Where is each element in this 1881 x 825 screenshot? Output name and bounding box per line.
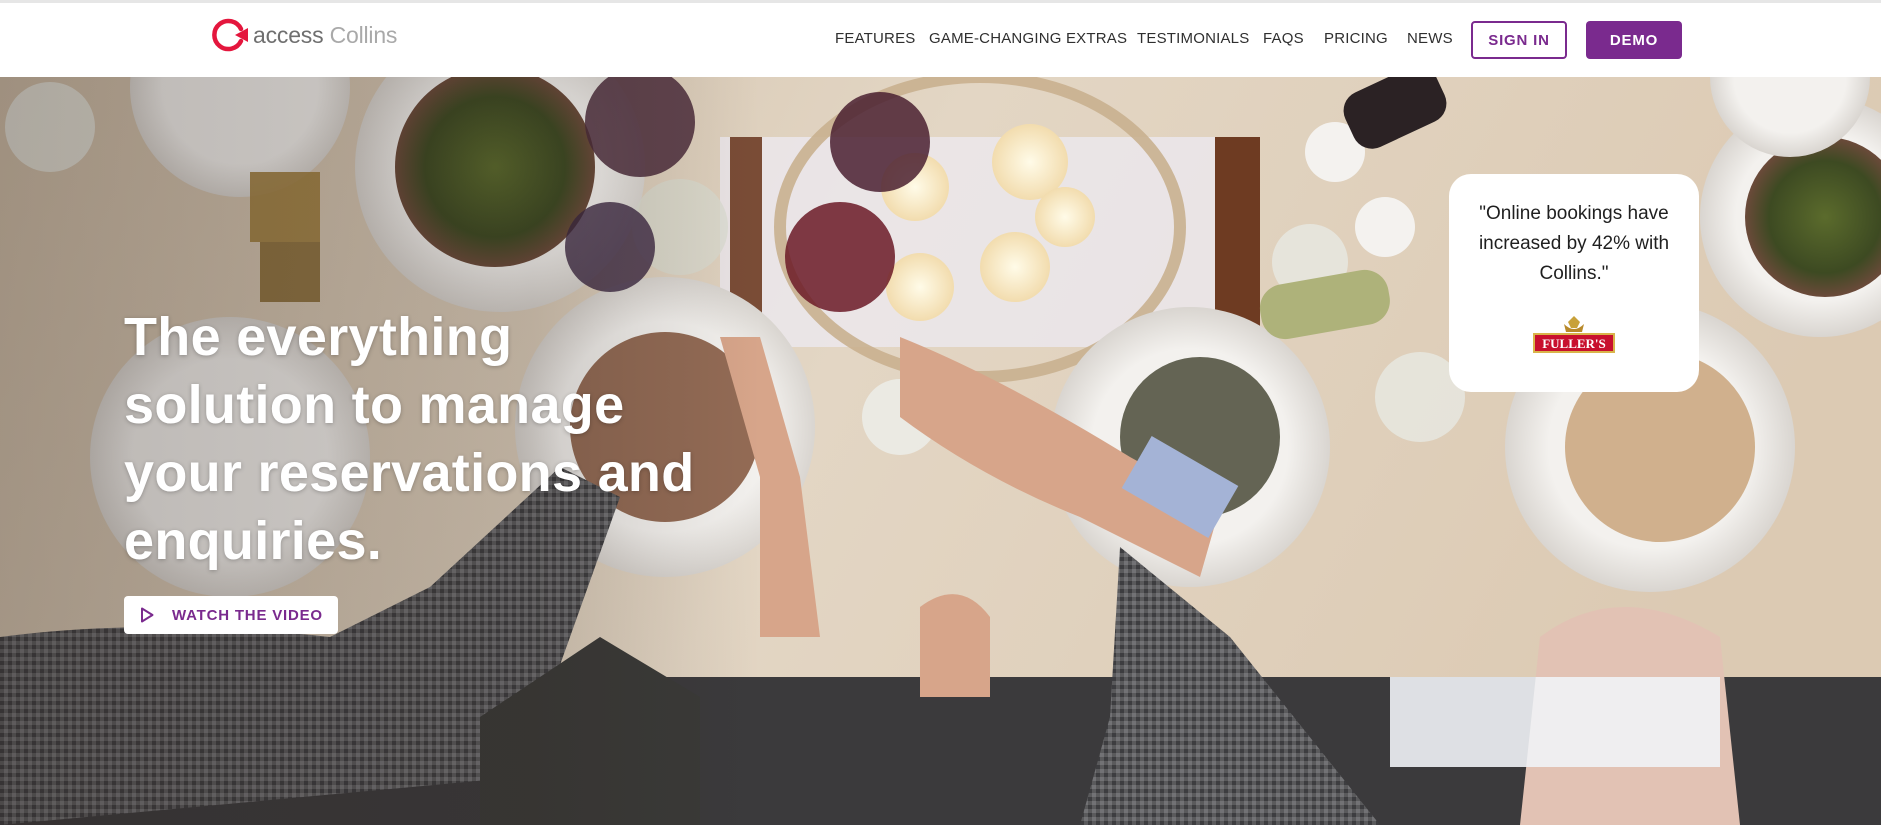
fullers-logo-text: FULLER'S xyxy=(1542,336,1606,351)
nav-faqs[interactable]: FAQS xyxy=(1263,30,1304,47)
fullers-griffin-logo: FULLER'S xyxy=(1533,316,1615,353)
demo-button[interactable]: DEMO xyxy=(1586,21,1682,59)
nav-features[interactable]: FEATURES xyxy=(835,30,916,47)
testimonial-quote: "Online bookings have increased by 42% w… xyxy=(1478,203,1670,284)
play-icon xyxy=(141,607,154,623)
hero-section: The everything solution to manage your r… xyxy=(0,77,1881,825)
nav-news[interactable]: NEWS xyxy=(1407,30,1453,47)
hero-headline: The everything solution to manage your r… xyxy=(124,307,695,571)
watch-video-button[interactable]: WATCH THE VIDEO xyxy=(124,596,338,634)
testimonial-card: "Online bookings have increased by 42% w… xyxy=(1449,174,1699,392)
nav-testimonials[interactable]: TESTIMONIALS xyxy=(1137,30,1249,47)
nav-pricing[interactable]: PRICING xyxy=(1324,30,1388,47)
logo-access-text: access xyxy=(253,21,324,48)
page: access Collins FEATURES GAME-CHANGING EX… xyxy=(0,0,1881,825)
site-logo[interactable]: access Collins xyxy=(210,17,397,53)
watch-video-label: WATCH THE VIDEO xyxy=(172,606,323,624)
site-header: access Collins FEATURES GAME-CHANGING EX… xyxy=(0,3,1881,77)
sign-in-button[interactable]: SIGN IN xyxy=(1471,21,1567,59)
access-ring-logo-icon xyxy=(212,18,248,52)
logo-wordmark: access Collins xyxy=(253,22,397,49)
logo-collins-text: Collins xyxy=(329,21,398,48)
nav-game-changing-extras[interactable]: GAME-CHANGING EXTRAS xyxy=(929,30,1127,47)
